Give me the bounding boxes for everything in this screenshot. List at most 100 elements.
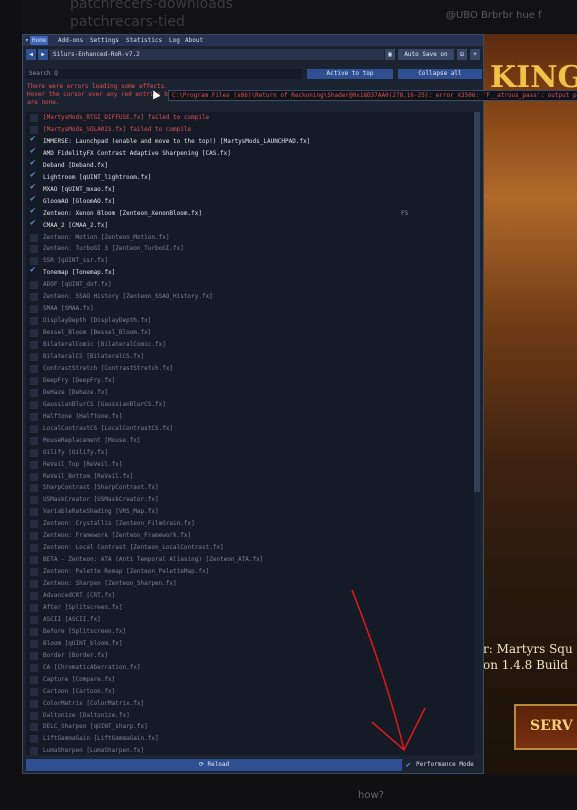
effect-row[interactable]: BilateralCS [BilateralCS.fx] xyxy=(26,351,476,363)
effect-checkbox[interactable] xyxy=(30,520,38,529)
effect-row[interactable]: Halftone [Halftone.fx] xyxy=(26,411,476,423)
effect-checkbox[interactable] xyxy=(30,388,38,397)
effect-row[interactable]: Bessel_Bloom [Bessel_Bloom.fx] xyxy=(26,327,476,339)
effect-row[interactable]: Zenteon: Crystallis [Zenteon_FilmGrain.f… xyxy=(26,518,476,530)
next-preset-button[interactable]: ▶ xyxy=(38,49,48,60)
tab-about[interactable]: About xyxy=(183,36,205,45)
effect-list-scroll-thumb[interactable] xyxy=(474,112,480,492)
effect-checkbox[interactable] xyxy=(30,460,38,469)
effect-checkbox[interactable] xyxy=(30,508,38,517)
effect-row[interactable]: GaussianBlurCS [GaussianBlurCS.fx] xyxy=(26,399,476,411)
effect-checkbox-checked-icon[interactable]: ✔ xyxy=(30,158,39,168)
effect-row[interactable]: ✔ AMD FidelityFX Contrast Adaptive Sharpe… xyxy=(26,146,476,160)
collapse-all-button[interactable]: Collapse all xyxy=(398,69,482,79)
effect-checkbox[interactable] xyxy=(30,412,38,421)
effect-checkbox[interactable] xyxy=(30,496,38,505)
reload-button[interactable]: ⟳ Reload xyxy=(26,759,402,771)
effect-row[interactable]: ADOF [qUINT_dof.fx] xyxy=(26,279,476,291)
effect-checkbox-checked-icon[interactable]: ✔ xyxy=(30,266,39,275)
tab-log[interactable]: Log xyxy=(167,36,182,45)
effect-checkbox-checked-icon[interactable]: ✔ xyxy=(30,218,39,228)
preset-selector[interactable]: Silurs-Enhanced-RoR-v7.2 xyxy=(50,49,384,60)
effect-row[interactable]: CA [ChromaticAberration.fx] xyxy=(26,662,476,674)
effect-row[interactable]: Cartoon [Cartoon.fx] xyxy=(26,686,476,698)
previous-preset-button[interactable]: ◀ xyxy=(26,49,36,60)
effect-checkbox[interactable] xyxy=(30,544,38,553)
effect-row[interactable]: LumaSharpen [LumaSharpen.fx] xyxy=(26,745,476,755)
effect-checkbox[interactable] xyxy=(30,639,38,648)
effect-checkbox[interactable] xyxy=(30,580,38,589)
effect-row[interactable]: Bloom [qUINT_bloom.fx] xyxy=(26,638,476,650)
effect-checkbox[interactable] xyxy=(30,484,38,493)
effect-row[interactable]: ✔ Lightroom [qUINT_lightroom.fx] xyxy=(26,170,476,184)
effect-row[interactable]: SharpContrast [SharpContrast.fx] xyxy=(26,482,476,494)
effect-checkbox[interactable] xyxy=(30,448,38,457)
effect-checkbox[interactable] xyxy=(30,329,38,338)
effect-checkbox[interactable] xyxy=(30,400,38,409)
effect-row[interactable]: DeHaze [Dehaze.fx] xyxy=(26,387,476,399)
auto-save-toggle[interactable]: Auto Save on xyxy=(398,49,454,60)
effect-checkbox[interactable] xyxy=(30,353,38,361)
performance-mode-toggle[interactable]: ✔ Performance Mode xyxy=(406,759,482,771)
effect-checkbox[interactable] xyxy=(30,723,38,732)
effect-checkbox[interactable] xyxy=(30,364,38,373)
effect-row[interactable]: Zenteon: Sharpen [Zenteon_Sharpen.fx] xyxy=(26,578,476,590)
effect-row[interactable]: Zenteon: TurboGI 3 [Zenteon_TurboGI.fx] xyxy=(26,243,476,255)
effect-row[interactable]: Border [Border.fx] xyxy=(26,650,476,662)
performance-mode-check-icon[interactable]: ✔ xyxy=(406,759,411,771)
effect-checkbox[interactable] xyxy=(30,305,38,314)
effect-row[interactable]: BilateralComic [BilateralComic.fx] xyxy=(26,339,476,351)
effect-row[interactable]: ✔ Tonemap [Tonemap.fx] xyxy=(26,266,476,279)
tab-settings[interactable]: Settings xyxy=(88,36,121,45)
game-server-button[interactable]: SERV xyxy=(514,704,577,750)
effect-row[interactable]: ✔ Deband [Deband.fx] xyxy=(26,158,476,172)
active-to-top-button[interactable]: Active to top xyxy=(307,69,393,79)
effect-row[interactable]: Zenteon: Framework [Zenteon_Framework.fx… xyxy=(26,530,476,542)
effect-checkbox[interactable] xyxy=(30,747,38,755)
effect-checkbox[interactable] xyxy=(30,627,38,636)
effect-row[interactable]: Daltonize [Daltonize.fx] xyxy=(26,710,476,722)
effect-checkbox-checked-icon[interactable]: ✔ xyxy=(30,146,39,156)
effect-row[interactable]: USMaskCreator [USMaskCreator.fx] xyxy=(26,494,476,506)
effect-row[interactable]: Before [Splitscreen.fx] xyxy=(26,626,476,638)
effect-checkbox-checked-icon[interactable]: ✔ xyxy=(30,182,39,192)
effect-row[interactable]: LocalContrastCS [LocalContrastCS.fx] xyxy=(26,423,476,435)
effect-row[interactable]: Zenteon: Motion [Zenteon_Motion.fx] xyxy=(26,232,476,244)
effect-row[interactable]: Oilify [Oilify.fx] xyxy=(26,447,476,459)
effect-checkbox[interactable] xyxy=(30,125,38,134)
effect-row[interactable]: LiftGammaGain [LiftGammaGain.fx] xyxy=(26,733,476,745)
effect-row[interactable]: Zenteon: Local Contrast [Zenteon_LocalCo… xyxy=(26,542,476,554)
effect-row[interactable]: MouseReplacement [Mouse.fx] xyxy=(26,435,476,447)
effect-checkbox[interactable] xyxy=(30,281,38,290)
effect-checkbox[interactable] xyxy=(30,663,38,672)
tab-statistics[interactable]: Statistics xyxy=(124,36,164,45)
effect-checkbox-checked-icon[interactable]: ✔ xyxy=(30,194,39,204)
effect-row[interactable]: DELC_Sharpen [qUINT_sharp.fx] xyxy=(26,721,476,733)
effect-checkbox[interactable] xyxy=(30,735,38,744)
effect-checkbox-checked-icon[interactable]: ✔ xyxy=(30,206,39,216)
add-preset-button[interactable]: + xyxy=(470,49,480,60)
effect-row[interactable]: ReVeil_Top [ReVeil.fx] xyxy=(26,459,476,471)
tab-home[interactable]: Home xyxy=(30,36,49,45)
effect-row[interactable]: [MartysMods_RTGI_DIFFUSE.fx] failed to c… xyxy=(26,112,476,124)
effect-row[interactable]: ✔ CMAA_2 [CMAA_2.fx] xyxy=(26,218,476,232)
effect-checkbox[interactable] xyxy=(30,257,38,266)
effect-row[interactable]: ✔ GloomAO [GloomAO.fx] xyxy=(26,194,476,208)
effect-checkbox[interactable] xyxy=(30,675,38,684)
effect-checkbox-checked-icon[interactable]: ✔ xyxy=(30,134,39,144)
effect-checkbox[interactable] xyxy=(30,114,38,122)
effect-row[interactable]: ReVeil_Bottom [ReVeil.fx] xyxy=(26,471,476,483)
effect-checkbox[interactable] xyxy=(30,424,38,433)
effect-checkbox[interactable] xyxy=(30,245,38,254)
effect-checkbox[interactable] xyxy=(30,651,38,660)
effect-checkbox-checked-icon[interactable]: ✔ xyxy=(30,170,39,180)
effect-row[interactable]: DeepFry [DeepFry.fx] xyxy=(26,375,476,387)
effect-checkbox[interactable] xyxy=(30,711,38,720)
effect-row[interactable]: ContrastStretch [ContrastStretch.fx] xyxy=(26,363,476,375)
effect-row[interactable]: Capture [Compare.fx] xyxy=(26,674,476,686)
effect-row[interactable]: Zenteon: SSAO History [Zenteon_SSAO_Hist… xyxy=(26,291,476,303)
effect-row[interactable]: ✔ IMMERSE: Launchpad (enable and move to … xyxy=(26,134,476,148)
effect-checkbox[interactable] xyxy=(30,615,38,624)
effect-row[interactable]: SMAA [SMAA.fx] xyxy=(26,303,476,315)
effect-row[interactable]: SSR [qUINT_ssr.fx] xyxy=(26,255,476,267)
